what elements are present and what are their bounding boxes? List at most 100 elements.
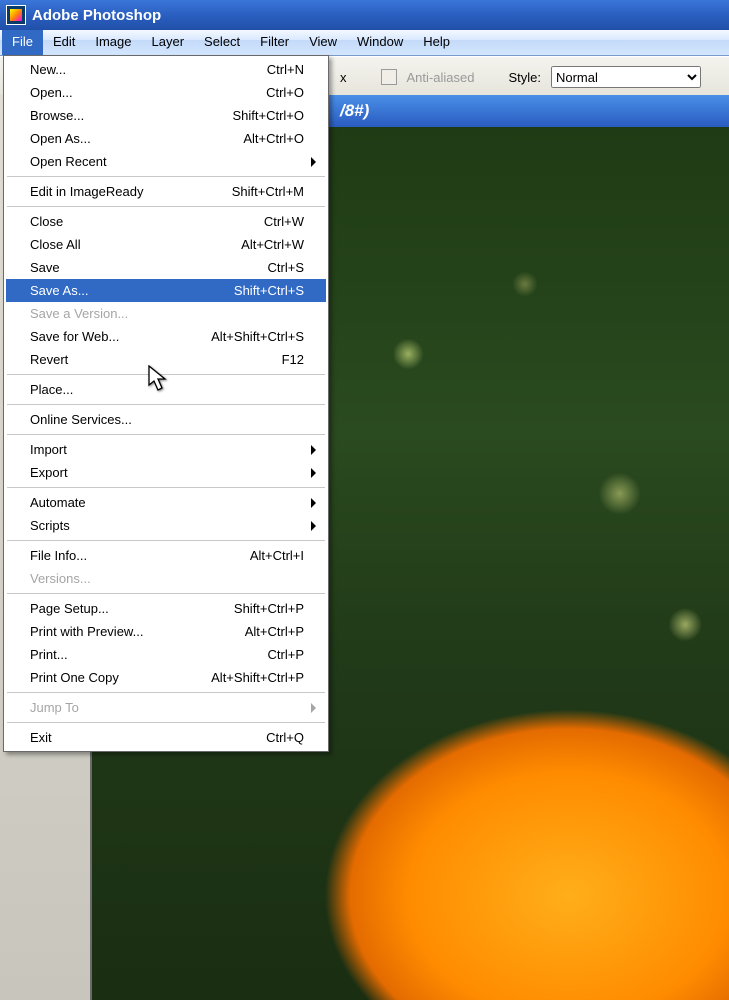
file-menu-item-revert[interactable]: RevertF12 — [6, 348, 326, 371]
menu-select[interactable]: Select — [194, 30, 250, 55]
menu-edit[interactable]: Edit — [43, 30, 85, 55]
menu-item-label: Import — [30, 442, 304, 457]
submenu-arrow-icon — [311, 157, 316, 167]
submenu-arrow-icon — [311, 703, 316, 713]
menu-item-shortcut: Shift+Ctrl+O — [232, 108, 304, 123]
file-menu-item-save[interactable]: SaveCtrl+S — [6, 256, 326, 279]
submenu-arrow-icon — [311, 521, 316, 531]
menu-item-label: Edit in ImageReady — [30, 184, 232, 199]
anti-aliased-label: Anti-aliased — [407, 70, 475, 85]
file-menu-item-edit-in-imageready[interactable]: Edit in ImageReadyShift+Ctrl+M — [6, 180, 326, 203]
menu-item-label: Save for Web... — [30, 329, 211, 344]
file-menu-item-print[interactable]: Print...Ctrl+P — [6, 643, 326, 666]
menu-separator — [7, 434, 325, 435]
file-menu-item-save-as[interactable]: Save As...Shift+Ctrl+S — [6, 279, 326, 302]
file-menu-item-open[interactable]: Open...Ctrl+O — [6, 81, 326, 104]
menu-item-label: Save — [30, 260, 268, 275]
file-menu-item-save-for-web[interactable]: Save for Web...Alt+Shift+Ctrl+S — [6, 325, 326, 348]
menu-separator — [7, 692, 325, 693]
menu-item-shortcut: Alt+Ctrl+O — [243, 131, 304, 146]
menu-item-label: Open Recent — [30, 154, 304, 169]
submenu-arrow-icon — [311, 498, 316, 508]
menu-item-label: Close — [30, 214, 264, 229]
file-menu-item-file-info[interactable]: File Info...Alt+Ctrl+I — [6, 544, 326, 567]
menu-item-label: Save a Version... — [30, 306, 304, 321]
menu-item-label: Scripts — [30, 518, 304, 533]
menu-item-shortcut: Shift+Ctrl+S — [234, 283, 304, 298]
menu-item-label: New... — [30, 62, 267, 77]
file-menu-item-export[interactable]: Export — [6, 461, 326, 484]
menu-item-label: Online Services... — [30, 412, 304, 427]
menu-separator — [7, 176, 325, 177]
file-menu-item-exit[interactable]: ExitCtrl+Q — [6, 726, 326, 749]
menu-item-shortcut: Alt+Ctrl+P — [245, 624, 304, 639]
file-menu-item-browse[interactable]: Browse...Shift+Ctrl+O — [6, 104, 326, 127]
menu-item-label: Print with Preview... — [30, 624, 245, 639]
menu-item-label: Open... — [30, 85, 266, 100]
menu-layer[interactable]: Layer — [142, 30, 195, 55]
file-menu-item-online-services[interactable]: Online Services... — [6, 408, 326, 431]
menu-separator — [7, 593, 325, 594]
file-menu-item-open-as[interactable]: Open As...Alt+Ctrl+O — [6, 127, 326, 150]
menu-filter[interactable]: Filter — [250, 30, 299, 55]
file-menu-item-open-recent[interactable]: Open Recent — [6, 150, 326, 173]
menu-item-label: Versions... — [30, 571, 304, 586]
menu-help[interactable]: Help — [413, 30, 460, 55]
menu-window[interactable]: Window — [347, 30, 413, 55]
menu-item-label: Page Setup... — [30, 601, 234, 616]
menu-separator — [7, 487, 325, 488]
menu-item-shortcut: Alt+Shift+Ctrl+S — [211, 329, 304, 344]
menu-item-label: Place... — [30, 382, 304, 397]
submenu-arrow-icon — [311, 445, 316, 455]
menu-separator — [7, 722, 325, 723]
file-menu-dropdown: New...Ctrl+NOpen...Ctrl+OBrowse...Shift+… — [3, 55, 329, 752]
menu-item-shortcut: Alt+Ctrl+I — [250, 548, 304, 563]
file-menu-item-page-setup[interactable]: Page Setup...Shift+Ctrl+P — [6, 597, 326, 620]
style-select[interactable]: Normal — [551, 66, 701, 88]
file-menu-item-automate[interactable]: Automate — [6, 491, 326, 514]
file-menu-item-close-all[interactable]: Close AllAlt+Ctrl+W — [6, 233, 326, 256]
menu-item-label: Exit — [30, 730, 266, 745]
menu-image[interactable]: Image — [85, 30, 141, 55]
file-menu-item-close[interactable]: CloseCtrl+W — [6, 210, 326, 233]
menu-separator — [7, 540, 325, 541]
anti-aliased-checkbox[interactable] — [381, 69, 397, 85]
document-title: /8#) — [340, 101, 369, 121]
menu-item-label: Export — [30, 465, 304, 480]
menu-item-shortcut: Ctrl+N — [267, 62, 304, 77]
submenu-arrow-icon — [311, 468, 316, 478]
menu-item-label: Print One Copy — [30, 670, 211, 685]
menu-separator — [7, 404, 325, 405]
file-menu-item-place[interactable]: Place... — [6, 378, 326, 401]
menu-item-label: Print... — [30, 647, 268, 662]
file-menu-item-save-a-version: Save a Version... — [6, 302, 326, 325]
menu-file[interactable]: File — [2, 30, 43, 55]
style-label: Style: — [508, 70, 541, 85]
menu-item-shortcut: Shift+Ctrl+P — [234, 601, 304, 616]
file-menu-item-new[interactable]: New...Ctrl+N — [6, 58, 326, 81]
menu-item-label: Close All — [30, 237, 241, 252]
menu-item-shortcut: Ctrl+P — [268, 647, 304, 662]
file-menu-item-print-one-copy[interactable]: Print One CopyAlt+Shift+Ctrl+P — [6, 666, 326, 689]
menu-separator — [7, 206, 325, 207]
menu-separator — [7, 374, 325, 375]
file-menu-item-import[interactable]: Import — [6, 438, 326, 461]
menu-item-shortcut: Shift+Ctrl+M — [232, 184, 304, 199]
menu-item-shortcut: Alt+Ctrl+W — [241, 237, 304, 252]
menu-view[interactable]: View — [299, 30, 347, 55]
menu-item-label: File Info... — [30, 548, 250, 563]
file-menu-item-print-with-preview[interactable]: Print with Preview...Alt+Ctrl+P — [6, 620, 326, 643]
menubar: FileEditImageLayerSelectFilterViewWindow… — [0, 30, 729, 56]
menu-item-shortcut: Ctrl+W — [264, 214, 304, 229]
file-menu-item-versions: Versions... — [6, 567, 326, 590]
file-menu-item-scripts[interactable]: Scripts — [6, 514, 326, 537]
window-titlebar: Adobe Photoshop — [0, 0, 729, 30]
menu-item-shortcut: F12 — [282, 352, 304, 367]
app-title: Adobe Photoshop — [32, 7, 161, 24]
menu-item-label: Jump To — [30, 700, 304, 715]
menu-item-shortcut: Alt+Shift+Ctrl+P — [211, 670, 304, 685]
menu-item-label: Browse... — [30, 108, 232, 123]
menu-item-shortcut: Ctrl+Q — [266, 730, 304, 745]
file-menu-item-jump-to: Jump To — [6, 696, 326, 719]
menu-item-label: Save As... — [30, 283, 234, 298]
